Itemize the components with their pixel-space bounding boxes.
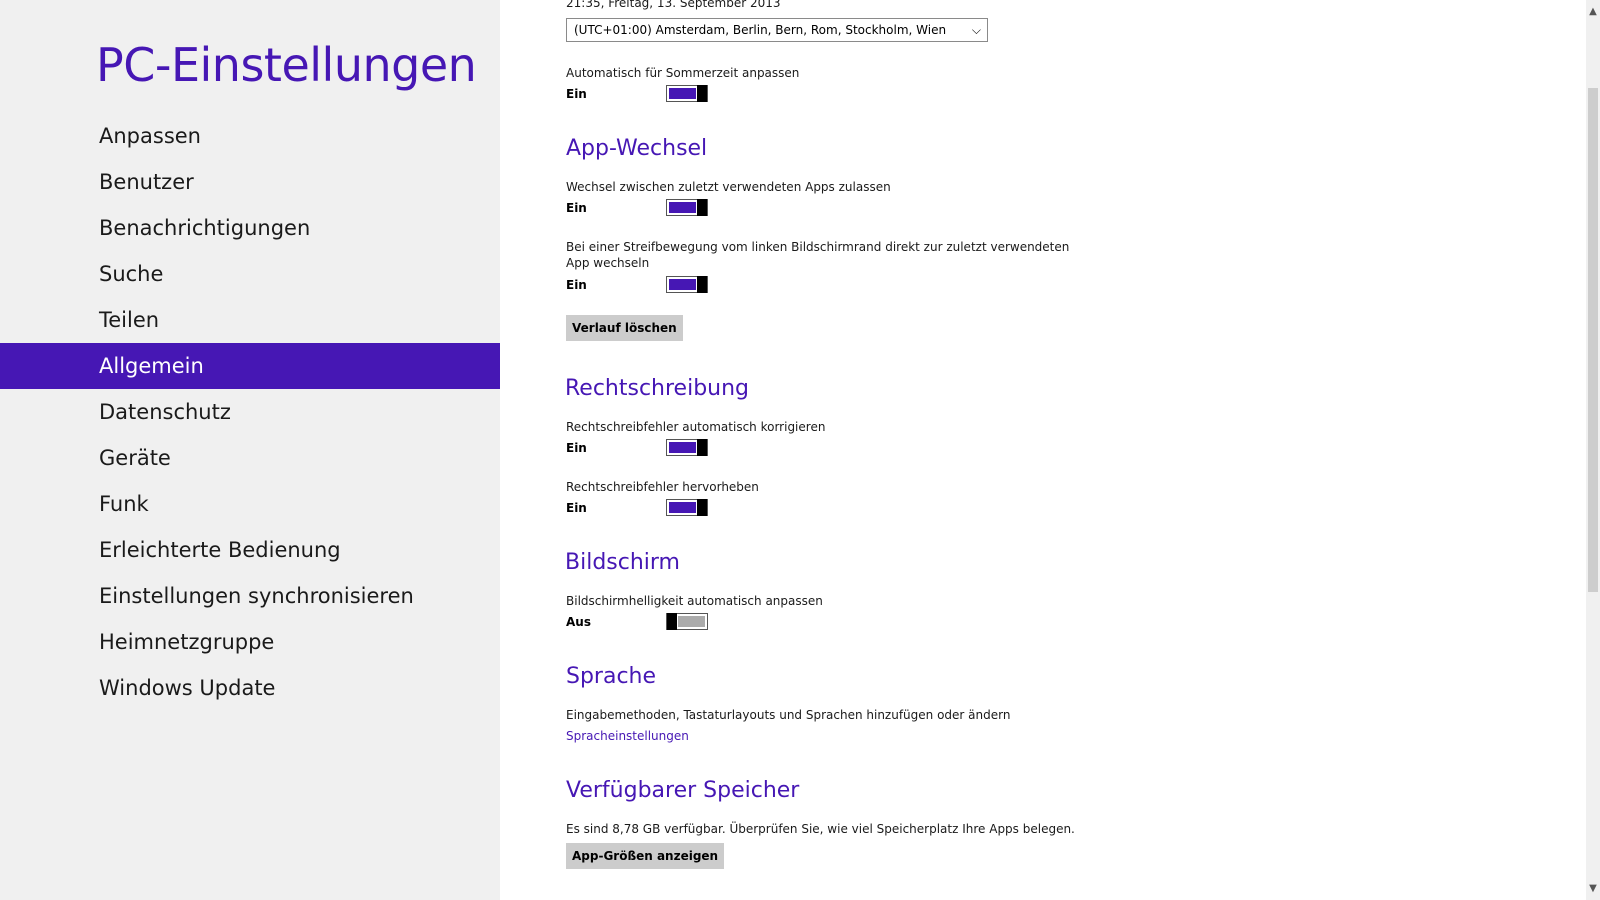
toggle-thumb xyxy=(697,276,707,293)
dst-toggle[interactable] xyxy=(666,85,708,102)
toggle-thumb xyxy=(667,613,677,630)
autocorrect-label: Rechtschreibfehler automatisch korrigier… xyxy=(566,420,826,434)
sidebar: PC-Einstellungen Anpassen Benutzer Benac… xyxy=(0,0,500,900)
sidebar-item-geraete[interactable]: Geräte xyxy=(0,435,500,481)
sidebar-item-einstellungen-synchronisieren[interactable]: Einstellungen synchronisieren xyxy=(0,573,500,619)
sidebar-item-windows-update[interactable]: Windows Update xyxy=(0,665,500,711)
sidebar-item-suche[interactable]: Suche xyxy=(0,251,500,297)
toggle-track xyxy=(669,442,696,453)
brightness-toggle[interactable] xyxy=(666,613,708,630)
swipe-toggle[interactable] xyxy=(666,276,708,293)
chevron-down-icon: ⌵ xyxy=(971,23,981,37)
sidebar-item-datenschutz[interactable]: Datenschutz xyxy=(0,389,500,435)
toggle-thumb xyxy=(697,499,707,516)
scrollbar-thumb[interactable] xyxy=(1588,88,1598,592)
clear-history-button[interactable]: Verlauf löschen xyxy=(566,315,683,341)
sidebar-item-allgemein[interactable]: Allgemein xyxy=(0,343,500,389)
toggle-track xyxy=(678,616,705,627)
language-description: Eingabemethoden, Tastaturlayouts und Spr… xyxy=(566,708,1011,722)
timezone-value: (UTC+01:00) Amsterdam, Berlin, Bern, Rom… xyxy=(574,23,947,37)
swipe-label-line1: Bei einer Streifbewegung vom linken Bild… xyxy=(566,240,1070,254)
settings-content: 21:35, Freitag, 13. September 2013 (UTC+… xyxy=(565,0,1566,900)
toggle-track xyxy=(669,202,696,213)
screen-heading: Bildschirm xyxy=(565,550,680,575)
app-switch-heading: App-Wechsel xyxy=(566,136,708,161)
toggle-track xyxy=(669,502,696,513)
toggle-track xyxy=(669,279,696,290)
language-heading: Sprache xyxy=(566,664,657,689)
app-switch-state: Ein xyxy=(566,201,587,215)
sidebar-nav: Anpassen Benutzer Benachrichtigungen Suc… xyxy=(0,113,500,711)
spelling-heading: Rechtschreibung xyxy=(565,376,750,401)
sidebar-item-benachrichtigungen[interactable]: Benachrichtigungen xyxy=(0,205,500,251)
sidebar-item-erleichterte-bedienung[interactable]: Erleichterte Bedienung xyxy=(0,527,500,573)
sidebar-item-teilen[interactable]: Teilen xyxy=(0,297,500,343)
sidebar-item-anpassen[interactable]: Anpassen xyxy=(0,113,500,159)
autocorrect-state: Ein xyxy=(566,441,587,455)
storage-description: Es sind 8,78 GB verfügbar. Überprüfen Si… xyxy=(566,822,1075,836)
show-app-sizes-button[interactable]: App-Größen anzeigen xyxy=(566,843,725,869)
sidebar-item-funk[interactable]: Funk xyxy=(0,481,500,527)
toggle-thumb xyxy=(697,199,707,216)
app-switch-toggle[interactable] xyxy=(666,199,708,216)
language-settings-link[interactable]: Spracheinstellungen xyxy=(566,729,689,743)
highlight-toggle[interactable] xyxy=(666,499,708,516)
timezone-select[interactable]: (UTC+01:00) Amsterdam, Berlin, Bern, Rom… xyxy=(566,18,988,42)
brightness-label: Bildschirmhelligkeit automatisch anpasse… xyxy=(566,594,823,608)
highlight-label: Rechtschreibfehler hervorheben xyxy=(566,480,759,494)
chevron-up-icon[interactable]: ▲ xyxy=(1586,6,1600,17)
vertical-scrollbar[interactable]: ▲ ▼ xyxy=(1586,0,1600,900)
sidebar-item-benutzer[interactable]: Benutzer xyxy=(0,159,500,205)
toggle-thumb xyxy=(697,85,707,102)
autocorrect-toggle[interactable] xyxy=(666,439,708,456)
storage-heading: Verfügbarer Speicher xyxy=(566,778,800,803)
toggle-track xyxy=(669,88,696,99)
chevron-down-icon[interactable]: ▼ xyxy=(1586,883,1600,894)
sidebar-item-heimnetzgruppe[interactable]: Heimnetzgruppe xyxy=(0,619,500,665)
dst-label: Automatisch für Sommerzeit anpassen xyxy=(566,66,800,80)
swipe-label-line2: App wechseln xyxy=(566,256,650,270)
app-switch-label: Wechsel zwischen zuletzt verwendeten App… xyxy=(566,180,891,194)
current-datetime: 21:35, Freitag, 13. September 2013 xyxy=(566,0,781,10)
dst-state: Ein xyxy=(566,87,587,101)
page-title: PC-Einstellungen xyxy=(96,38,477,92)
toggle-thumb xyxy=(697,439,707,456)
swipe-state: Ein xyxy=(566,278,587,292)
highlight-state: Ein xyxy=(566,501,587,515)
brightness-state: Aus xyxy=(566,615,591,629)
